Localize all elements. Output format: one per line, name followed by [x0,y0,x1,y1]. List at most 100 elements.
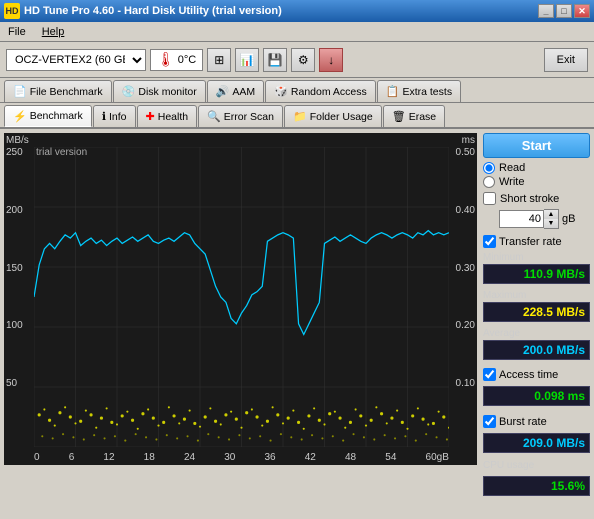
average-value: 200.0 MB/s [488,343,585,357]
spinbox-down-button[interactable]: ▼ [544,219,558,228]
tab-info-label: Info [109,111,127,123]
maximize-button[interactable]: □ [556,4,572,18]
menu-bar: File Help [0,22,594,42]
write-radio[interactable] [483,176,495,188]
minimize-button[interactable]: _ [538,4,554,18]
minimum-label: Minimum [483,252,590,263]
x-val-60: 60gB [426,452,449,463]
y2-val-000 [456,436,475,447]
tab-error-scan[interactable]: 🔍 Error Scan [198,105,283,127]
x-val-6: 6 [69,452,75,463]
main-area: MB/s ms trial version 250 200 150 100 50… [0,129,594,469]
transfer-rate-section: Transfer rate [483,235,590,248]
maximum-label: Maximum [483,290,590,301]
y2-axis-values: 0.50 0.40 0.30 0.20 0.10 [456,147,475,447]
x-val-18: 18 [144,452,155,463]
spinbox-controls: ▲ ▼ [544,209,559,229]
minimum-section: Minimum 110.9 MB/s [483,252,590,284]
minimum-stat-box: 110.9 MB/s [483,264,590,284]
tab-random-access-label: Random Access [291,86,367,98]
tab-benchmark-label: Benchmark [30,110,83,122]
access-time-section: Access time [483,368,590,381]
disk-monitor-icon: 💿 [122,85,136,98]
close-button[interactable]: ✕ [574,4,590,18]
average-section: Average 200.0 MB/s [483,328,590,360]
cpu-usage-value: 15.6% [488,479,585,493]
tab-erase-label: Erase [409,111,436,123]
access-time-stat-box: 0.098 ms [483,386,590,406]
tab-aam-label: AAM [232,86,255,98]
y2-val-020: 0.20 [456,320,475,331]
x-val-54: 54 [385,452,396,463]
spinbox-input[interactable] [499,210,544,228]
x-axis-values: 0 6 12 18 24 30 36 42 48 54 60gB [34,452,449,463]
burst-rate-value: 209.0 MB/s [488,436,585,450]
y2-val-010: 0.10 [456,378,475,389]
maximum-value: 228.5 MB/s [488,305,585,319]
transfer-rate-checkbox[interactable] [483,235,496,248]
short-stroke-item[interactable]: Short stroke [483,192,590,205]
health-icon: ✚ [146,110,155,123]
tab-disk-monitor[interactable]: 💿 Disk monitor [113,80,206,102]
info-icon: ℹ [102,110,106,123]
toolbar-btn-5[interactable]: ↓ [319,48,343,72]
y-val-50: 50 [6,378,23,389]
benchmark-icon: ⚡ [13,110,27,123]
tab-file-benchmark[interactable]: 📄 File Benchmark [4,80,112,102]
tab-health[interactable]: ✚ Health [137,105,198,127]
tab-folder-usage[interactable]: 📁 Folder Usage [284,105,382,127]
y-val-150: 150 [6,263,23,274]
tab-info[interactable]: ℹ Info [93,105,136,127]
minimum-value: 110.9 MB/s [488,267,585,281]
toolbar-btn-1[interactable]: ⊞ [207,48,231,72]
access-time-checkbox[interactable] [483,368,496,381]
x-val-42: 42 [305,452,316,463]
title-bar: HD HD Tune Pro 4.60 - Hard Disk Utility … [0,0,594,22]
temperature-value: 0°C [178,54,196,66]
aam-icon: 🔊 [216,85,230,98]
access-time-label: Access time [499,369,558,381]
x-val-24: 24 [184,452,195,463]
toolbar-btn-2[interactable]: 📊 [235,48,259,72]
y2-val-050: 0.50 [456,147,475,158]
tab-random-access[interactable]: 🎲 Random Access [265,80,376,102]
y-val-0 [6,436,23,447]
extra-tests-icon: 📋 [386,85,400,98]
window-title: HD Tune Pro 4.60 - Hard Disk Utility (tr… [24,5,282,17]
burst-rate-checkbox[interactable] [483,415,496,428]
spinbox-up-button[interactable]: ▲ [544,210,558,219]
exit-button[interactable]: Exit [544,48,588,72]
tabs-row2: ⚡ Benchmark ℹ Info ✚ Health 🔍 Error Scan… [0,103,594,129]
toolbar: OCZ-VERTEX2 (60 GB) 🌡 0°C ⊞ 📊 💾 ⚙ ↓ Exit [0,42,594,78]
y-val-250: 250 [6,147,23,158]
short-stroke-checkbox[interactable] [483,192,496,205]
maximum-section: Maximum 228.5 MB/s [483,290,590,322]
y-val-200: 200 [6,205,23,216]
menu-help[interactable]: Help [38,24,69,40]
tab-aam[interactable]: 🔊 AAM [207,80,264,102]
error-scan-icon: 🔍 [207,110,221,123]
write-label: Write [499,176,524,188]
random-access-icon: 🎲 [274,85,288,98]
tab-file-benchmark-label: File Benchmark [30,86,103,98]
short-stroke-label: Short stroke [500,193,559,205]
transfer-rate-label: Transfer rate [499,236,562,248]
tab-erase[interactable]: 🗑 Erase [383,105,445,127]
toolbar-btn-3[interactable]: 💾 [263,48,287,72]
tab-error-scan-label: Error Scan [224,111,274,123]
file-benchmark-icon: 📄 [13,85,27,98]
toolbar-btn-4[interactable]: ⚙ [291,48,315,72]
read-radio[interactable] [483,162,495,174]
read-radio-item[interactable]: Read [483,162,590,174]
tab-benchmark[interactable]: ⚡ Benchmark [4,105,92,127]
burst-rate-stat-box: 209.0 MB/s [483,433,590,453]
menu-file[interactable]: File [4,24,30,40]
drive-selector[interactable]: OCZ-VERTEX2 (60 GB) [6,49,146,71]
start-button[interactable]: Start [483,133,590,158]
write-radio-item[interactable]: Write [483,176,590,188]
tab-extra-tests[interactable]: 📋 Extra tests [377,80,461,102]
tab-health-label: Health [158,111,188,123]
y2-val-040: 0.40 [456,205,475,216]
erase-icon: 🗑 [392,110,406,123]
cpu-usage-label: CPU usage [483,460,590,471]
